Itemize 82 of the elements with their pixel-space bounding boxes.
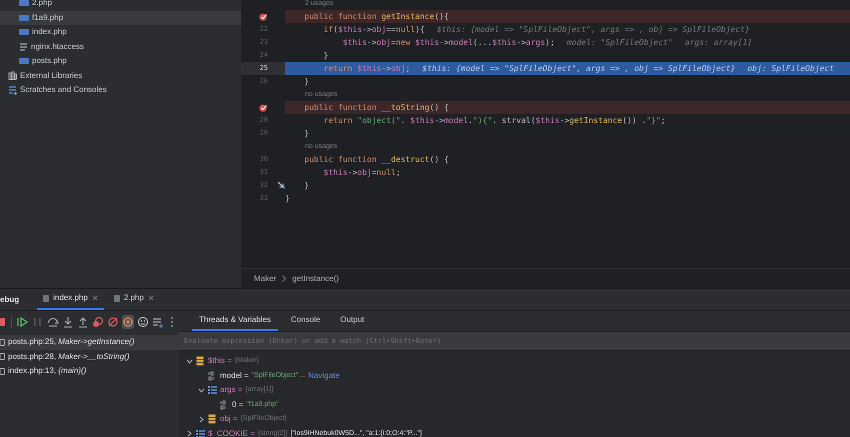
code-line: public function __destruct() {: [303, 154, 449, 166]
code-line: }: [303, 128, 310, 140]
file-tab[interactable]: index.php: [37, 288, 104, 310]
panel-tab[interactable]: Output: [333, 311, 372, 332]
toolbar-button[interactable]: [92, 315, 104, 329]
code-line: return $this->obj;: [322, 63, 410, 75]
toolbar-button[interactable]: [122, 315, 134, 329]
toolbar-button[interactable]: [62, 315, 74, 329]
toolbar-button[interactable]: [16, 315, 29, 329]
code-line: $this->obj=null;: [322, 167, 401, 179]
array-icon: [196, 428, 205, 437]
tree-item[interactable]: External Libraries: [20, 70, 82, 82]
tree-item[interactable]: posts.php: [32, 55, 67, 68]
frame-row[interactable]: posts.php:28, Maker->__toString(): [0, 350, 178, 364]
toolbar-button[interactable]: [76, 315, 89, 329]
chevron-right-icon[interactable]: [198, 416, 205, 423]
frame-text: index.php:13, {main}(): [8, 365, 86, 378]
object-icon: [208, 414, 217, 424]
code-line: }: [303, 76, 310, 88]
panel-tab[interactable]: Console: [284, 311, 328, 332]
debug-title: ebug: [0, 294, 20, 306]
code-line: if($this->obj==null){: [322, 24, 425, 36]
step-out-icon: [76, 316, 89, 328]
code-line: public function getInstance(){: [303, 11, 449, 23]
list-icon: [152, 316, 164, 328]
navigate-link[interactable]: Navigate: [308, 370, 340, 382]
toolbar-button[interactable]: [46, 315, 59, 329]
php-file-icon: [19, 58, 29, 64]
chevron-right-icon: [282, 275, 286, 282]
file-tab[interactable]: 2.php: [108, 288, 160, 310]
close-icon: [148, 295, 154, 301]
variable-name: obj =: [220, 413, 238, 426]
library-icon: [8, 71, 17, 80]
resume-icon: [16, 316, 29, 328]
chevron-down-icon[interactable]: [198, 386, 205, 394]
array-icon: [208, 385, 217, 396]
breadcrumb-item[interactable]: getInstance(): [292, 272, 339, 284]
scratches-icon: [8, 86, 17, 95]
text-file-icon: [19, 42, 28, 51]
tree-item[interactable]: index.php: [32, 26, 67, 38]
inline-value-hint: $this: {model => "SplFileObject", args => , obj => SplFileObject}: [436, 24, 750, 36]
toolbar-button[interactable]: [0, 315, 6, 329]
file-icon: [43, 294, 50, 302]
code-line: }: [322, 50, 328, 62]
tree-item[interactable]: Scratches and Consoles: [20, 84, 107, 96]
tree-item[interactable]: nginx.htaccess: [31, 40, 84, 53]
inline-value-hint: obj: SplFileObject: [747, 62, 834, 74]
selected-file-row[interactable]: f1a9.php: [0, 10, 241, 25]
code-line: }: [285, 193, 290, 205]
inline-value-hint: args: array[1]: [684, 36, 752, 48]
chevron-right-icon[interactable]: [186, 430, 193, 437]
code-line: return "object(". $this->model."){". strval($this->getInstance()) ."}";: [322, 115, 666, 127]
target-icon: [122, 316, 134, 328]
variable-name: model =: [220, 370, 249, 382]
code-line: }: [303, 180, 310, 192]
file-icon: [114, 294, 120, 302]
toolbar-button[interactable]: [106, 315, 119, 329]
variable-name: args =: [220, 384, 242, 396]
inline-value-hint: $this: {model => "SplFileObject", args => , obj => SplFileObject}: [422, 62, 736, 74]
breakpoints-icon: [92, 316, 104, 328]
stop-icon: [0, 316, 6, 328]
mute-breakpoints-icon: [106, 316, 119, 328]
variable-name: 0 =: [232, 398, 244, 411]
frame-text: posts.php:25, Maker->getInstance(): [8, 336, 134, 348]
code-line: public function __toString() {: [303, 102, 449, 114]
frame-row[interactable]: index.php:13, {main}(): [0, 364, 178, 378]
pause-icon: [32, 316, 44, 328]
step-into-icon: [62, 316, 74, 328]
chevron-down-icon[interactable]: [186, 358, 193, 365]
more-icon: [170, 316, 174, 328]
toolbar-button[interactable]: [136, 315, 149, 329]
tree-item[interactable]: f1a9.php: [32, 12, 64, 24]
variable-name: $this =: [208, 355, 232, 368]
code-line: $this->obj=new $this->model(...$this->args);: [342, 37, 555, 49]
step-over-icon: [46, 316, 59, 328]
smiley-icon: [136, 316, 149, 328]
close-icon: [92, 295, 98, 301]
breadcrumb-item[interactable]: Maker: [254, 272, 276, 284]
frame-text: posts.php:28, Maker->__toString(): [8, 350, 130, 363]
object-icon: [196, 356, 205, 366]
inline-value-hint: model: "SplFileObject": [566, 36, 673, 48]
frame-row[interactable]: posts.php:25, Maker->getInstance(): [0, 335, 178, 350]
